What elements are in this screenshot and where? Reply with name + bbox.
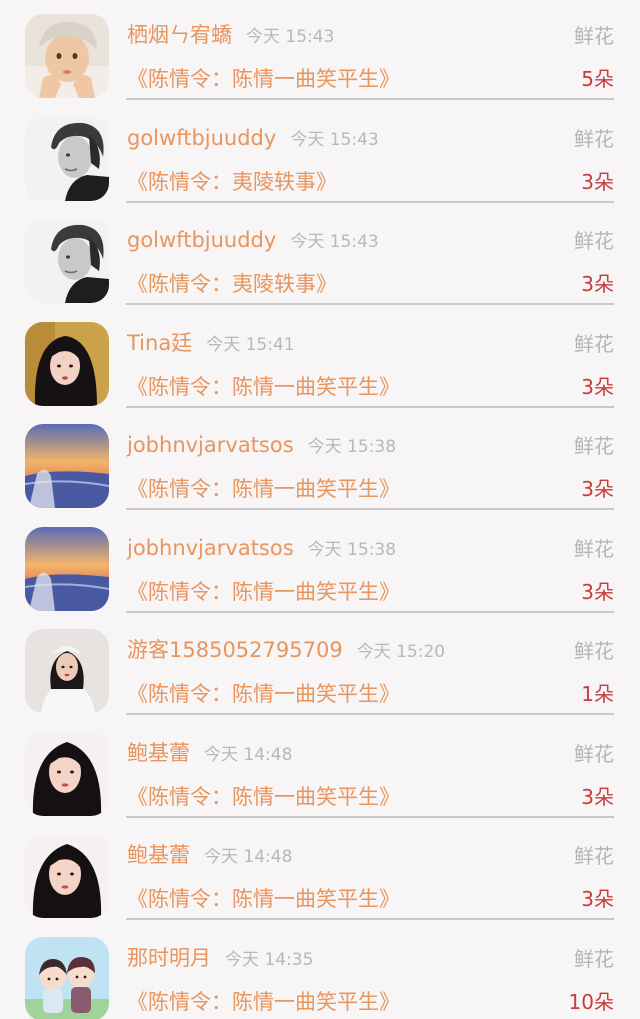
gift-type: 鲜花	[574, 434, 614, 458]
list-item[interactable]: 那时明月 今天 14:35 鲜花 《陈情令：陈情一曲笑平生》 10朵	[0, 923, 640, 1019]
novel-title[interactable]: 《陈情令：夷陵轶事》	[127, 169, 337, 195]
user-name[interactable]: Tina廷 今天 15:41	[127, 330, 295, 358]
novel-title[interactable]: 《陈情令：陈情一曲笑平生》	[127, 579, 400, 605]
user-name[interactable]: golwftbjuuddy 今天 15:43	[127, 125, 379, 153]
flower-count: 1朵	[581, 682, 614, 706]
novel-title[interactable]: 《陈情令：陈情一曲笑平生》	[127, 681, 400, 707]
timestamp: 今天 15:38	[307, 539, 397, 560]
timestamp: 今天 14:48	[204, 847, 293, 867]
gift-type: 鲜花	[574, 229, 614, 253]
gift-type: 鲜花	[574, 844, 614, 868]
timestamp: 今天 15:20	[356, 642, 446, 662]
user-name[interactable]: jobhnvjarvatsos 今天 15:38	[127, 432, 396, 460]
user-name[interactable]: golwftbjuuddy 今天 15:43	[127, 227, 379, 255]
flower-count: 3朵	[581, 272, 614, 296]
gift-type: 鲜花	[574, 331, 614, 356]
avatar[interactable]	[25, 629, 109, 713]
list-item[interactable]: 游客1585052795709 今天 15:20 鲜花 《陈情令：陈情一曲笑平生》…	[0, 615, 640, 718]
list-item[interactable]: jobhnvjarvatsos 今天 15:38 鲜花 《陈情令：陈情一曲笑平生》…	[0, 513, 640, 616]
novel-title[interactable]: 《陈情令：陈情一曲笑平生》	[127, 374, 400, 400]
list-item[interactable]: 鲍基蕾 今天 14:48 鲜花 《陈情令：陈情一曲笑平生》 3朵	[0, 718, 640, 821]
user-name-text[interactable]: 栖烟ㄣ宥蟜	[127, 23, 232, 47]
novel-title[interactable]: 《陈情令：夷陵轶事》	[127, 271, 337, 297]
flower-count: 5朵	[581, 67, 614, 91]
gift-type: 鲜花	[574, 639, 614, 663]
list-item[interactable]: Tina廷 今天 15:41 鲜花 《陈情令：陈情一曲笑平生》 3朵	[0, 308, 640, 411]
avatar[interactable]	[25, 526, 109, 611]
flower-gift-list: 栖烟ㄣ宥蟜 今天 15:43 鲜花 《陈情令：陈情一曲笑平生》 5朵 golwft…	[0, 0, 640, 1019]
divider	[126, 405, 614, 408]
avatar[interactable]	[25, 321, 109, 406]
user-name[interactable]: jobhnvjarvatsos 今天 15:38	[127, 535, 396, 563]
gift-type: 鲜花	[574, 24, 614, 48]
avatar[interactable]	[25, 424, 109, 508]
timestamp: 今天 15:43	[290, 232, 379, 252]
avatar[interactable]	[25, 219, 109, 303]
flower-count: 3朵	[581, 784, 614, 809]
list-item[interactable]: 栖烟ㄣ宥蟜 今天 15:43 鲜花 《陈情令：陈情一曲笑平生》 5朵	[0, 0, 640, 103]
divider	[126, 303, 614, 305]
divider	[126, 918, 614, 920]
avatar[interactable]	[25, 834, 109, 918]
novel-title[interactable]: 《陈情令：陈情一曲笑平生》	[127, 989, 400, 1015]
user-name[interactable]: 游客1585052795709 今天 15:20	[127, 637, 445, 665]
user-name[interactable]: 鲍基蕾 今天 14:48	[127, 842, 292, 870]
avatar[interactable]	[25, 936, 109, 1019]
flower-count: 3朵	[581, 579, 614, 604]
list-item[interactable]: golwftbjuuddy 今天 15:43 鲜花 《陈情令：夷陵轶事》 3朵	[0, 103, 640, 206]
user-name-text[interactable]: jobhnvjarvatsos	[127, 536, 294, 560]
timestamp: 今天 15:43	[290, 129, 379, 150]
timestamp: 今天 15:38	[307, 437, 397, 457]
timestamp: 今天 14:35	[225, 949, 314, 970]
novel-title[interactable]: 《陈情令：陈情一曲笑平生》	[127, 66, 400, 92]
user-name-text[interactable]: 鲍基蕾	[127, 843, 190, 867]
list-item[interactable]: golwftbjuuddy 今天 15:43 鲜花 《陈情令：夷陵轶事》 3朵	[0, 205, 640, 308]
list-item[interactable]: jobhnvjarvatsos 今天 15:38 鲜花 《陈情令：陈情一曲笑平生》…	[0, 410, 640, 513]
user-name-text[interactable]: golwftbjuuddy	[127, 126, 276, 150]
divider	[126, 98, 614, 100]
divider	[126, 508, 614, 510]
divider	[126, 200, 614, 203]
user-name[interactable]: 鲍基蕾 今天 14:48	[127, 740, 292, 768]
gift-type: 鲜花	[574, 946, 614, 971]
flower-count: 3朵	[581, 477, 614, 501]
timestamp: 今天 15:41	[206, 334, 295, 355]
user-name-text[interactable]: 游客1585052795709	[127, 638, 343, 662]
user-name[interactable]: 栖烟ㄣ宥蟜 今天 15:43	[127, 22, 334, 50]
flower-count: 3朵	[581, 887, 614, 911]
flower-count: 3朵	[581, 374, 614, 399]
novel-title[interactable]: 《陈情令：陈情一曲笑平生》	[127, 476, 400, 502]
list-item[interactable]: 鲍基蕾 今天 14:48 鲜花 《陈情令：陈情一曲笑平生》 3朵	[0, 820, 640, 923]
user-name-text[interactable]: golwftbjuuddy	[127, 228, 276, 252]
novel-title[interactable]: 《陈情令：陈情一曲笑平生》	[127, 886, 400, 912]
avatar[interactable]	[25, 14, 109, 98]
user-name-text[interactable]: Tina廷	[127, 331, 192, 355]
user-name-text[interactable]: 鲍基蕾	[127, 741, 190, 765]
user-name[interactable]: 那时明月 今天 14:35	[127, 945, 313, 973]
novel-title[interactable]: 《陈情令：陈情一曲笑平生》	[127, 784, 400, 810]
timestamp: 今天 14:48	[204, 744, 293, 765]
user-name-text[interactable]: 那时明月	[127, 946, 211, 970]
flower-count: 10朵	[568, 989, 614, 1014]
timestamp: 今天 15:43	[246, 27, 335, 47]
gift-type: 鲜花	[574, 536, 614, 561]
gift-type: 鲜花	[574, 741, 614, 766]
avatar[interactable]	[25, 731, 109, 816]
gift-type: 鲜花	[574, 126, 614, 151]
divider	[126, 713, 614, 715]
avatar[interactable]	[25, 116, 109, 201]
divider	[126, 610, 614, 613]
flower-count: 3朵	[581, 169, 614, 194]
user-name-text[interactable]: jobhnvjarvatsos	[127, 433, 294, 457]
divider	[126, 815, 614, 818]
